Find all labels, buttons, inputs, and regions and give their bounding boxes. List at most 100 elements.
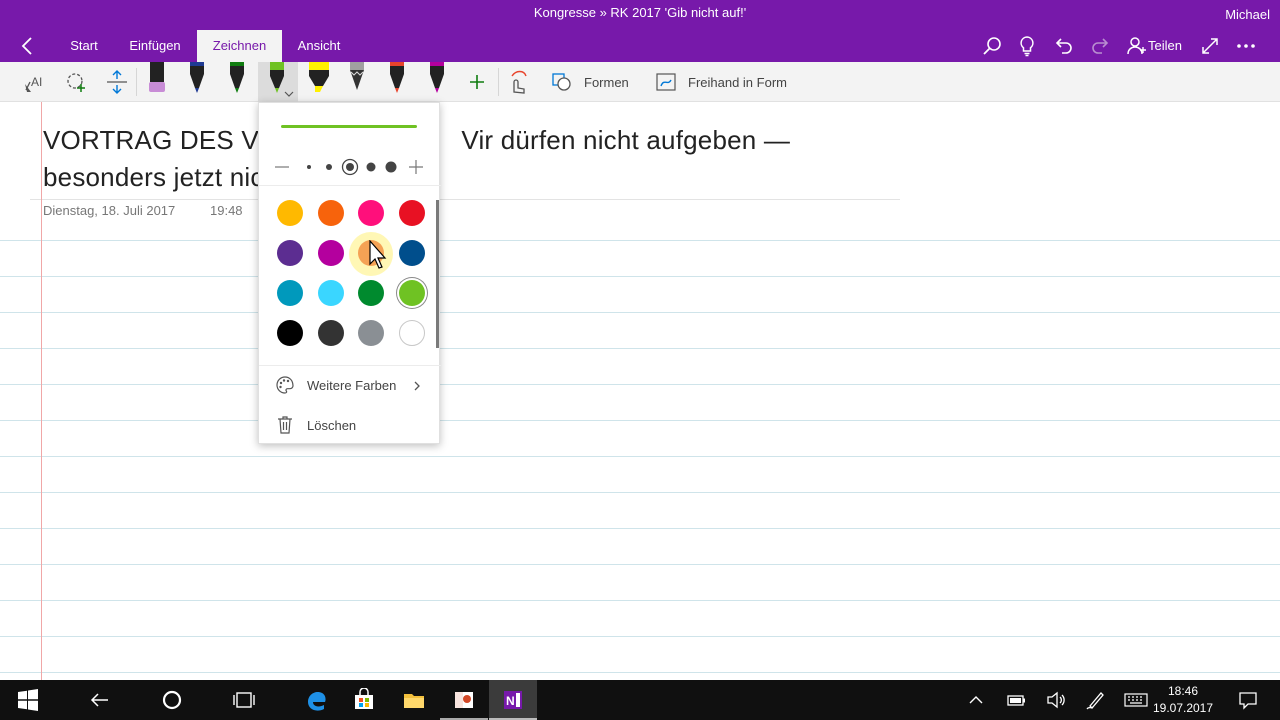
rule-line [0, 420, 1280, 421]
shapes-button[interactable]: Formen [584, 75, 629, 90]
tab-ansicht[interactable]: Ansicht [288, 30, 350, 62]
delete-pen-button[interactable]: Löschen [259, 405, 441, 445]
task-view-icon[interactable] [220, 680, 268, 720]
onenote-icon[interactable]: N [489, 680, 537, 720]
ink-to-shape-button[interactable]: Freihand in Form [688, 75, 787, 90]
share-person-icon[interactable] [1126, 34, 1146, 58]
color-swatch[interactable] [398, 240, 425, 266]
user-name[interactable]: Michael [1225, 7, 1270, 22]
add-pen-plus-icon[interactable] [466, 62, 488, 102]
back-arrow-icon[interactable] [76, 680, 124, 720]
note-canvas[interactable]: VORTRAG DES VO Vir dürfen nicht aufgeben … [0, 102, 1280, 680]
action-center-icon[interactable] [1224, 680, 1272, 720]
rule-line [0, 636, 1280, 637]
chevron-down-icon[interactable] [284, 86, 294, 97]
tab-zeichnen[interactable]: Zeichnen [197, 30, 282, 62]
svg-text:AI: AI [31, 75, 42, 89]
ribbon-separator [498, 68, 499, 96]
lasso-text-icon[interactable]: AI [22, 62, 50, 102]
stroke-preview [281, 125, 417, 128]
more-options-icon[interactable] [1234, 34, 1258, 58]
increase-size-icon [409, 160, 423, 174]
color-swatch[interactable] [358, 280, 384, 306]
ribbon-separator [136, 68, 137, 96]
pen-magenta[interactable] [426, 62, 448, 98]
rule-line [0, 456, 1280, 457]
tab-einfuegen[interactable]: Einfügen [118, 30, 192, 62]
pen-blue[interactable] [186, 62, 208, 98]
color-swatch[interactable] [317, 320, 344, 346]
marker-pen-purple[interactable] [146, 62, 168, 98]
redo-icon[interactable] [1088, 34, 1112, 58]
palette-icon [275, 375, 295, 395]
svg-text:N: N [506, 694, 515, 708]
palette-scrollbar[interactable] [436, 200, 439, 348]
size-option-2 [326, 164, 332, 170]
shapes-icon[interactable] [550, 62, 574, 102]
chevron-right-icon [411, 379, 423, 391]
color-swatch[interactable] [358, 200, 384, 226]
size-option-5 [385, 161, 397, 173]
color-swatch[interactable] [277, 240, 303, 266]
title-bar: Kongresse » RK 2017 'Gib nicht auf!' Mic… [0, 0, 1280, 62]
rule-line [0, 564, 1280, 565]
document-title: Kongresse » RK 2017 'Gib nicht auf!' [533, 5, 747, 20]
back-icon[interactable] [16, 34, 40, 58]
color-swatch[interactable] [317, 280, 344, 306]
trash-icon [275, 415, 295, 435]
search-icon[interactable] [980, 34, 1004, 58]
page-title-line1-right: Vir dürfen nicht aufgeben — [461, 125, 791, 155]
page-time: 19:48 [210, 203, 243, 218]
color-swatch[interactable] [317, 200, 344, 226]
ink-to-shape-icon[interactable] [654, 62, 678, 102]
cortana-icon[interactable] [148, 680, 196, 720]
color-swatch[interactable] [277, 280, 303, 306]
stroke-size-selector [273, 155, 429, 179]
edge-browser-icon[interactable] [292, 680, 340, 720]
rule-line [0, 384, 1280, 385]
mouse-cursor-icon [368, 239, 388, 272]
delete-label: Löschen [307, 418, 357, 433]
lasso-select-icon[interactable] [63, 62, 91, 102]
tab-start[interactable]: Start [58, 30, 110, 62]
clock-time: 18:46 [1167, 684, 1199, 698]
windows-start-icon[interactable] [4, 680, 52, 720]
highlighter-yellow[interactable] [306, 62, 332, 98]
color-swatch[interactable] [317, 240, 344, 266]
margin-line [41, 102, 42, 680]
system-clock[interactable]: 18:46 19.07.2017 [1148, 683, 1218, 717]
share-button[interactable]: Teilen [1148, 38, 1182, 53]
more-colors-button[interactable]: Weitere Farben [259, 365, 441, 405]
powerpoint-icon[interactable] [440, 680, 488, 720]
rule-line [0, 492, 1280, 493]
pen-options-flyout: Weitere Farben Löschen [258, 102, 441, 445]
pen-green[interactable] [226, 62, 248, 98]
fullscreen-icon[interactable] [1198, 34, 1222, 58]
rule-line [0, 312, 1280, 313]
pencil-gray[interactable] [346, 62, 368, 98]
pen-red[interactable] [386, 62, 408, 98]
rule-line [0, 600, 1280, 601]
clock-date: 19.07.2017 [1152, 701, 1214, 715]
insert-space-icon[interactable] [103, 62, 131, 102]
color-swatch[interactable] [277, 320, 303, 346]
undo-icon[interactable] [1052, 34, 1076, 58]
color-swatch[interactable] [398, 280, 425, 306]
store-icon[interactable] [340, 680, 388, 720]
file-explorer-icon[interactable] [390, 680, 438, 720]
page-title-line1: VORTRAG DES VO [43, 125, 280, 155]
touch-draw-icon[interactable] [506, 62, 530, 102]
page-date: Dienstag, 18. Juli 2017 [43, 203, 176, 218]
color-swatch[interactable] [398, 320, 425, 346]
windows-taskbar: N 18:46 19.07.2017 [0, 680, 1280, 720]
lightbulb-icon[interactable] [1015, 34, 1039, 58]
draw-ribbon: AI Formen Freihand in Form [0, 62, 1280, 102]
rule-line [0, 348, 1280, 349]
color-swatch[interactable] [277, 200, 303, 226]
page-title-line2: besonders jetzt nic [43, 162, 264, 192]
size-option-1 [307, 165, 311, 169]
size-option-4 [366, 162, 376, 172]
rule-line [0, 528, 1280, 529]
color-swatch[interactable] [358, 320, 384, 346]
color-swatch[interactable] [398, 200, 425, 226]
